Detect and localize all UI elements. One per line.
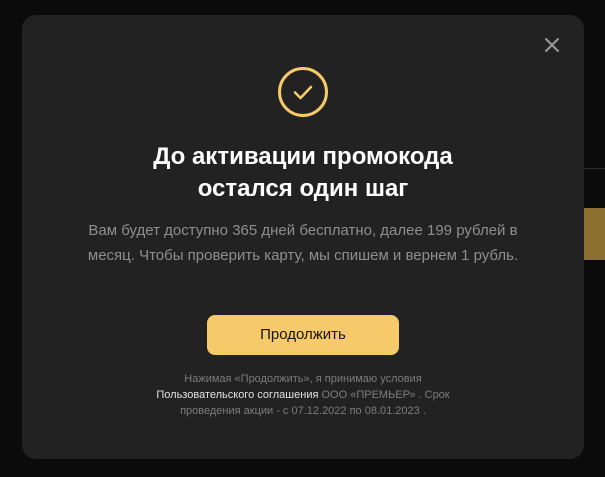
modal-title-line-1: До активации промокода xyxy=(153,143,453,170)
background-divider xyxy=(583,168,605,169)
user-agreement-link[interactable]: Пользовательского соглашения xyxy=(156,389,318,401)
legal-prefix: Нажимая «Продолжить», я принимаю условия xyxy=(184,373,422,385)
promo-activation-modal: До активации промокода остался один шаг … xyxy=(22,15,584,459)
modal-title: До активации промокода остался один шаг xyxy=(62,141,544,205)
close-button[interactable] xyxy=(542,35,562,55)
close-icon xyxy=(545,38,559,52)
continue-button[interactable]: Продолжить xyxy=(207,315,399,355)
legal-notice: Нажимая «Продолжить», я принимаю условия… xyxy=(132,371,474,419)
modal-description: Вам будет доступно 365 дней бесплатно, д… xyxy=(87,222,519,264)
modal-title-line-2: остался один шаг xyxy=(197,175,409,202)
success-indicator xyxy=(277,66,329,118)
background-accent-bar xyxy=(583,208,605,260)
check-circle-icon xyxy=(278,67,328,117)
